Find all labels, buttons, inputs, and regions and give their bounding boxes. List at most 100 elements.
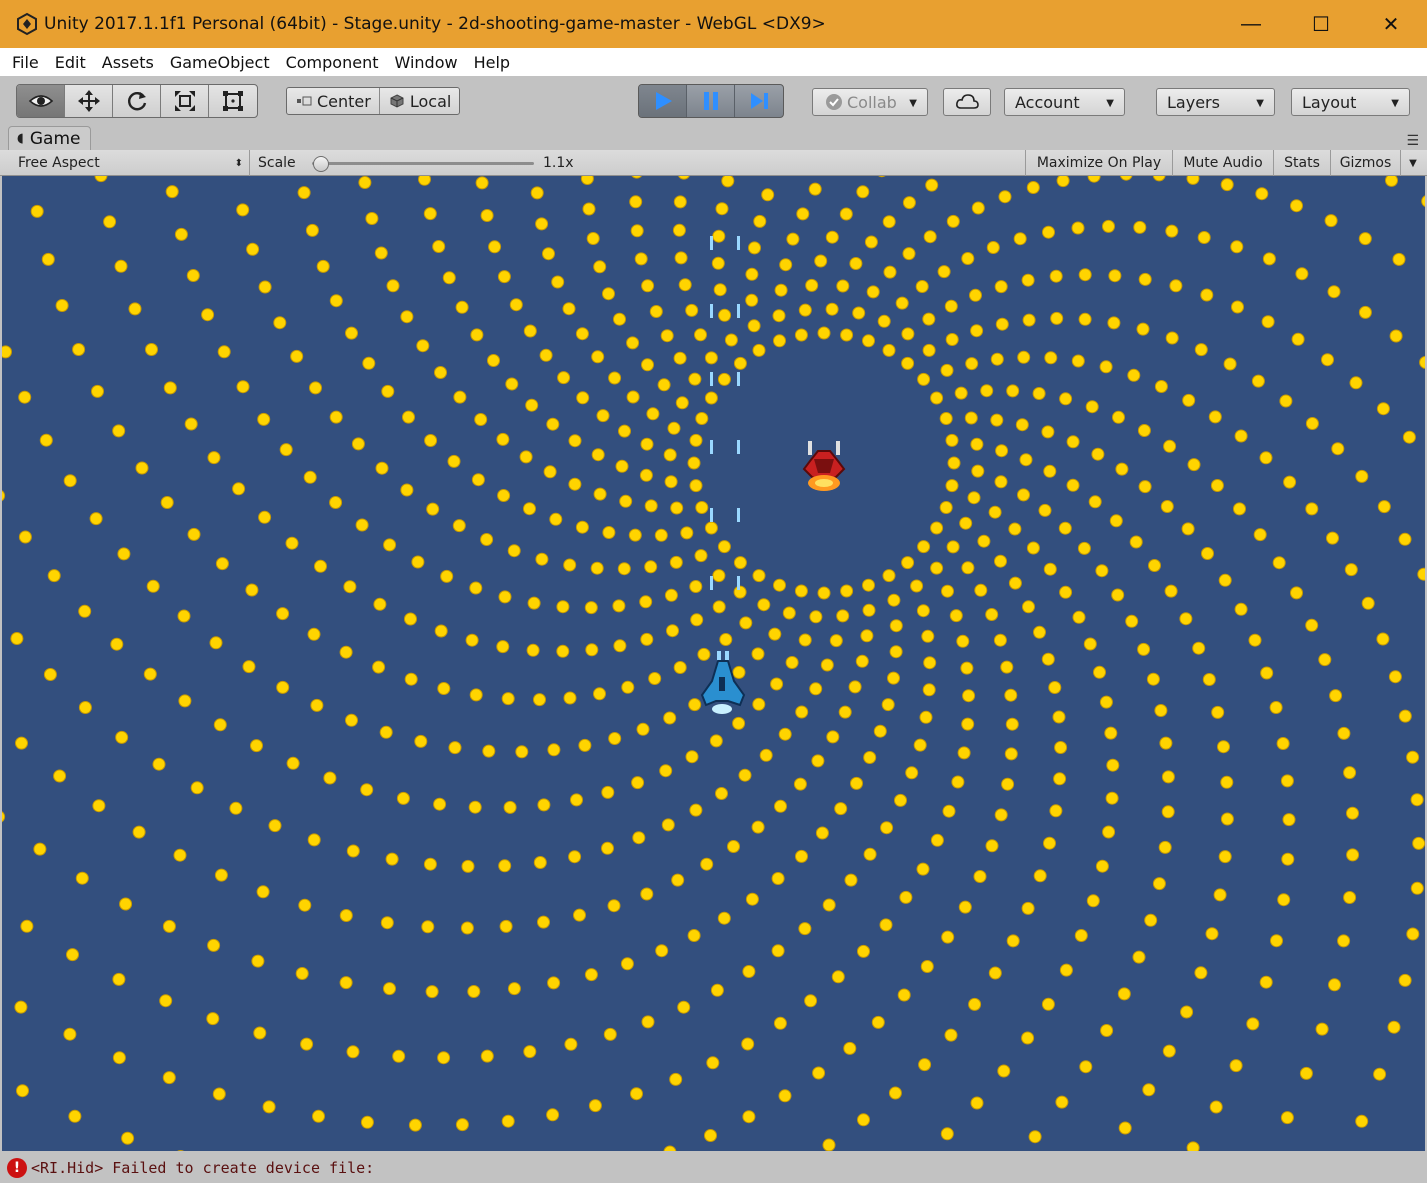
enemy-bullet [687,456,701,470]
enemy-bullet [498,590,512,604]
scale-slider-track[interactable] [312,162,534,165]
enemy-bullet [1125,614,1139,628]
play-button[interactable] [639,85,687,117]
enemy-bullet [465,633,479,647]
enemy-bullet [1270,934,1283,948]
game-viewport[interactable] [2,176,1425,1151]
enemy-bullet [256,885,270,899]
enemy-bullet [268,819,282,833]
enemy-bullet [838,705,852,719]
enemy-bullet [1099,695,1113,709]
layout-dropdown[interactable]: Layout ▼ [1291,88,1410,116]
enemy-bullet [482,744,496,758]
scale-slider-thumb[interactable] [313,156,329,172]
mute-audio-label: Mute Audio [1183,155,1263,171]
enemy-bullet [862,603,876,617]
enemy-bullet [930,561,944,575]
enemy-bullet [416,339,430,353]
menu-assets[interactable]: Assets [94,53,162,72]
enemy-bullet [92,799,106,813]
enemy-bullet [467,985,481,998]
enemy-bullet [887,671,900,685]
panel-menu-icon[interactable]: ☰ [1406,132,1419,149]
enemy-bullet [612,599,626,613]
enemy-bullet [759,748,773,762]
menu-edit[interactable]: Edit [47,53,94,72]
collab-check-icon [826,94,842,110]
step-button[interactable] [735,85,783,117]
enemy-bullet [920,960,934,973]
enemy-bullet [1033,625,1046,639]
pause-button[interactable] [687,85,735,117]
pivot-rotation-toggle[interactable]: Local [380,88,459,114]
enemy-bullet [498,859,512,873]
error-icon: ! [7,1158,27,1178]
tab-game[interactable]: ◖ Game [8,126,92,150]
enemy-bullet [1165,224,1179,238]
rect-transform-icon [223,91,243,111]
gizmos-dropdown[interactable]: ▼ [1401,150,1425,176]
maximize-on-play-toggle[interactable]: Maximize On Play [1025,150,1173,176]
menu-window[interactable]: Window [386,53,465,72]
enemy-bullet [276,680,290,694]
enemy-bullet [748,241,761,255]
enemy-bullet [809,682,823,696]
enemy-bullet [1043,836,1056,850]
enemy-bullet [20,919,34,933]
enemy-bullet [424,434,438,447]
enemy-bullet [1078,268,1092,282]
cloud-button[interactable] [943,88,991,116]
view-tool-button[interactable] [17,85,65,117]
rect-tool-button[interactable] [209,85,257,117]
enemy-bullet [971,201,985,215]
mute-audio-toggle[interactable]: Mute Audio [1173,150,1274,176]
menu-help[interactable]: Help [466,53,518,72]
enemy-bullet [985,608,999,621]
close-button[interactable]: ✕ [1356,0,1426,48]
enemy-bullet [768,627,782,641]
enemy-bullet [794,328,808,342]
move-tool-button[interactable] [65,85,113,117]
enemy-bullet [1154,704,1168,717]
rotate-tool-button[interactable] [113,85,161,117]
enemy-bullet [1137,642,1151,656]
minimize-button[interactable]: — [1216,0,1286,48]
enemy-bullet [689,433,703,447]
enemy-bullet [641,358,654,372]
enemy-bullet [145,343,158,356]
enemy-bullet [663,711,677,725]
layers-dropdown[interactable]: Layers ▼ [1156,88,1275,116]
enemy-bullet [663,1145,677,1151]
enemy-bullet [778,727,792,741]
account-dropdown[interactable]: Account ▼ [1004,88,1125,116]
stats-toggle[interactable]: Stats [1274,150,1331,176]
scale-tool-button[interactable] [161,85,209,117]
enemy-bullet [922,683,936,697]
maximize-button[interactable]: ☐ [1286,0,1356,48]
enemy-bullet [967,491,981,505]
enemy-bullet [365,212,379,225]
enemy-bullet [1269,701,1283,714]
enemy-bullet [253,1026,267,1040]
menu-file[interactable]: File [4,53,47,72]
enemy-bullet [636,722,650,736]
aspect-dropdown[interactable]: Free Aspect ⬍ [0,150,250,176]
enemy-bullet [1223,357,1237,371]
enemy-bullet [659,764,673,778]
gizmos-toggle[interactable]: Gizmos [1331,150,1401,176]
enemy-bullet [687,929,701,942]
menu-component[interactable]: Component [278,53,387,72]
pivot-mode-toggle[interactable]: Center [287,88,380,114]
enemy-bullet [1133,220,1147,234]
menu-gameobject[interactable]: GameObject [162,53,278,72]
enemy-bullet [961,561,975,575]
enemy-bullet [822,1138,836,1151]
collab-dropdown[interactable]: Collab ▼ [812,88,928,116]
enemy-bullet [1201,547,1214,560]
console-status-bar[interactable]: ! <RI.Hid> Failed to create device file: [0,1153,1427,1183]
enemy-bullet [1056,176,1070,188]
enemy-bullet [997,1064,1011,1078]
enemy-bullet [16,1084,29,1098]
enemy-bullet [423,857,437,871]
enemy-bullet [678,278,692,292]
